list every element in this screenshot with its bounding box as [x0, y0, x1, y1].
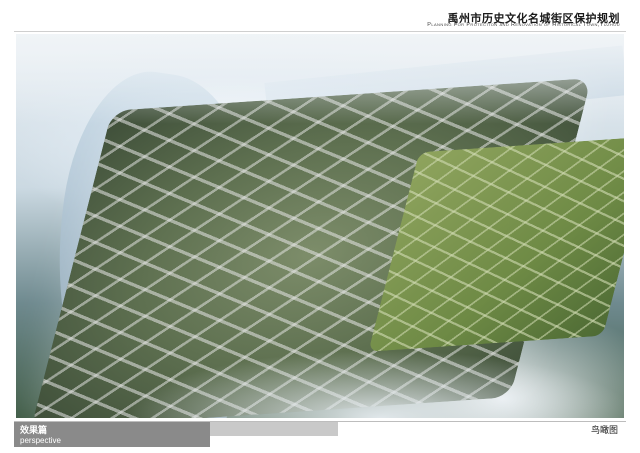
aerial-rendering-image — [16, 34, 624, 418]
section-sublabel: perspective — [20, 436, 61, 445]
top-mist — [16, 34, 624, 124]
board-header: 禹州市历史文化名城街区保护规划 Planning For Protection … — [14, 9, 626, 32]
board-footer: 效果篇 鸟瞰图 — [14, 421, 626, 436]
section-label: 效果篇 — [20, 426, 48, 436]
bottom-mist — [16, 298, 624, 418]
section-sub-box: perspective — [14, 436, 210, 447]
footer-divider-block — [210, 422, 338, 436]
section-label-box: 效果篇 — [14, 422, 210, 436]
board-subtitle: Planning For Protection and Renovation o… — [427, 22, 620, 28]
presentation-board: 禹州市历史文化名城街区保护规划 Planning For Protection … — [0, 0, 640, 453]
view-label: 鸟瞰图 — [590, 426, 618, 436]
